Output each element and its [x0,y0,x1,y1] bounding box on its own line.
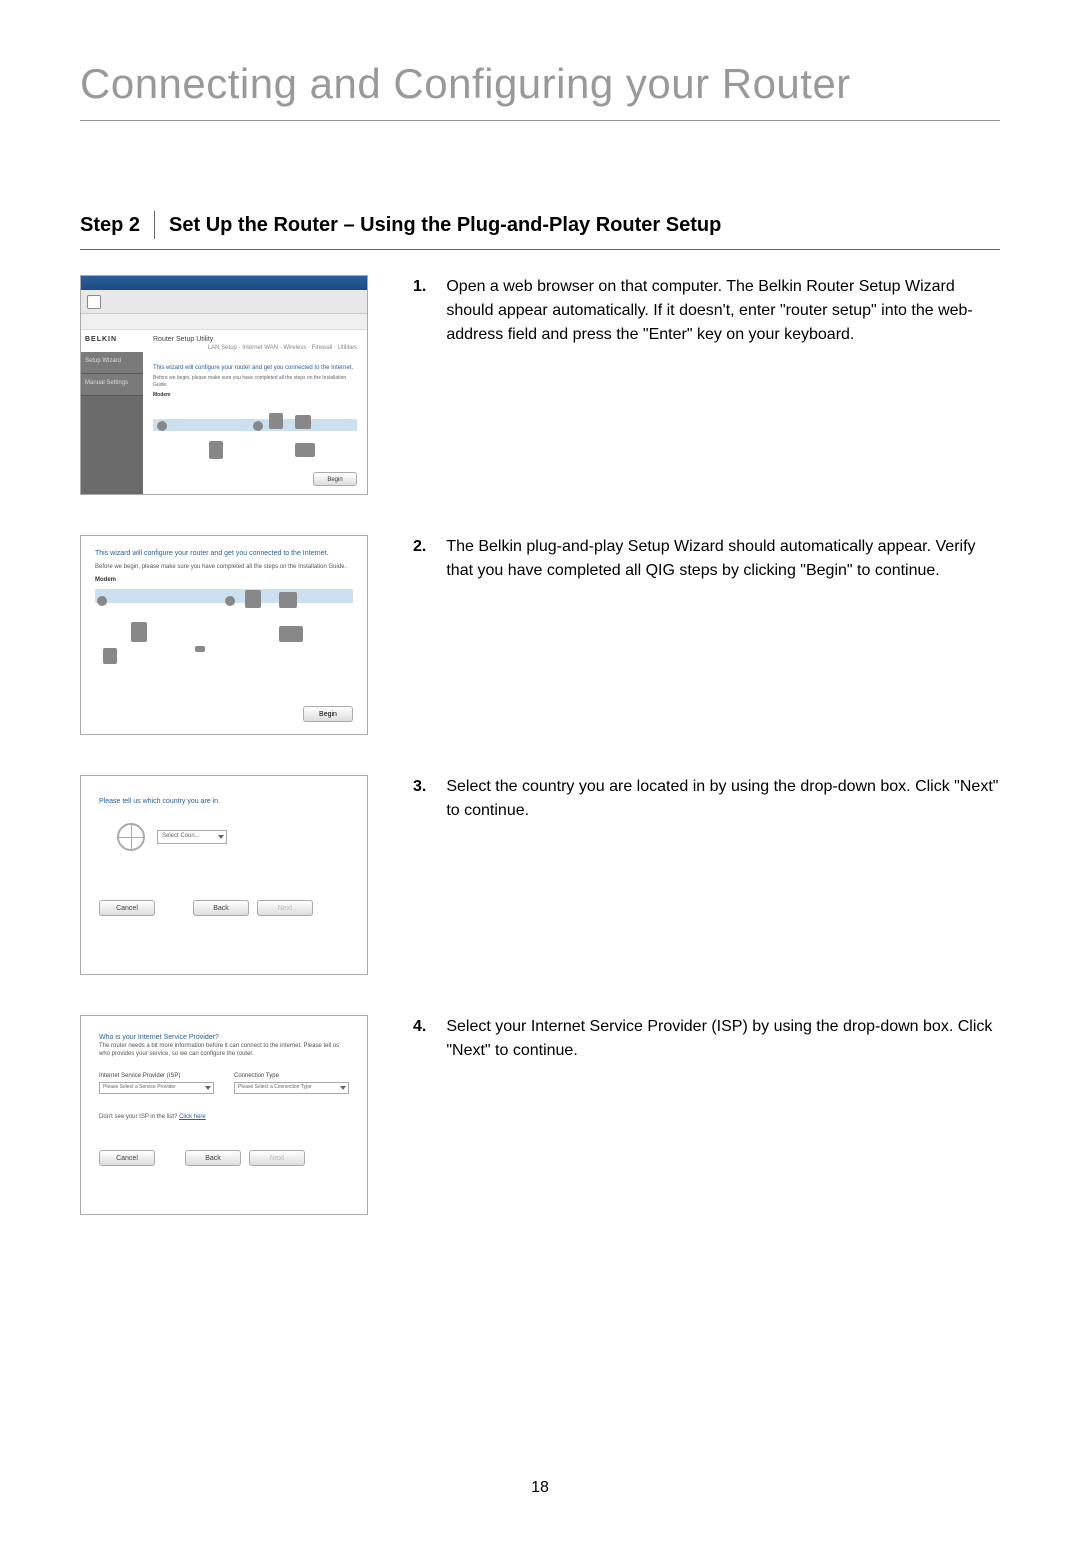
screenshot-2: This wizard will configure your router a… [80,535,368,735]
instruction-text: Open a web browser on that computer. The… [446,275,1000,495]
screenshot-4: Who is your Internet Service Provider? T… [80,1015,368,1215]
step-row-3: Please tell us which country you are in.… [80,775,1000,975]
step-title: Set Up the Router – Using the Plug-and-P… [155,211,721,239]
isp-select[interactable]: Please Select a Service Provider [99,1082,214,1094]
wizard-note: Before we begin, please make sure you ha… [95,563,353,571]
cancel-button[interactable]: Cancel [99,1150,155,1166]
wizard-note: Before we begin, please make sure you ha… [153,375,357,388]
instruction-number: 4. [413,1015,426,1215]
connection-type-label: Connection Type [234,1073,349,1079]
brand-label: BELKIN [81,330,143,352]
instruction-number: 1. [413,275,426,495]
step-row-2: This wizard will configure your router a… [80,535,1000,735]
instruction-1: 1. Open a web browser on that computer. … [413,275,1000,495]
cancel-button[interactable]: Cancel [99,900,155,916]
tabs: LAN Setup · Internet WAN · Wireless · Fi… [153,345,357,351]
sidebar-item: Setup Wizard [81,352,143,374]
wizard-intro: This wizard will configure your router a… [95,550,353,557]
instruction-text: The Belkin plug-and-play Setup Wizard sh… [446,535,1000,735]
connection-diagram [95,596,353,676]
isp-label: Internet Service Provider (ISP) [99,1073,214,1079]
screenshot-3: Please tell us which country you are in.… [80,775,368,975]
begin-button[interactable]: Begin [303,706,353,722]
isp-help-text: Don't see your ISP in the list? Click he… [99,1114,349,1120]
step-row-4: Who is your Internet Service Provider? T… [80,1015,1000,1215]
instruction-number: 3. [413,775,426,975]
instruction-3: 3. Select the country you are located in… [413,775,1000,975]
begin-button[interactable]: Begin [313,472,357,486]
back-button[interactable]: Back [185,1150,241,1166]
page-title: Connecting and Configuring your Router [80,60,1000,121]
instruction-number: 2. [413,535,426,735]
instruction-2: 2. The Belkin plug-and-play Setup Wizard… [413,535,1000,735]
globe-icon [117,823,145,851]
instruction-text: Select the country you are located in by… [446,775,1000,975]
modem-label: Modem [153,392,357,399]
next-button[interactable]: Next [257,900,313,916]
next-button[interactable]: Next [249,1150,305,1166]
isp-subtext: The router needs a bit more information … [99,1043,349,1059]
screenshot-1: BELKIN Setup Wizard Manual Settings Rout… [80,275,368,495]
step-row-1: BELKIN Setup Wizard Manual Settings Rout… [80,275,1000,495]
step-header: Step 2 Set Up the Router – Using the Plu… [80,211,1000,250]
page-number: 18 [0,1479,1080,1497]
instruction-4: 4. Select your Internet Service Provider… [413,1015,1000,1215]
back-button[interactable]: Back [193,900,249,916]
connection-type-select[interactable]: Please Select a Connection Type [234,1082,349,1094]
utility-title: Router Setup Utility [153,336,357,343]
click-here-link[interactable]: Click here [179,1114,206,1120]
isp-question: Who is your Internet Service Provider? [99,1034,349,1041]
sidebar-item: Manual Settings [81,374,143,396]
instruction-text: Select your Internet Service Provider (I… [446,1015,1000,1215]
connection-diagram [153,405,357,475]
country-question: Please tell us which country you are in. [99,798,349,805]
modem-label: Modem [95,577,353,583]
wizard-intro: This wizard will configure your router a… [153,365,357,371]
step-number: Step 2 [80,211,155,239]
country-select[interactable]: Select Coun... [157,830,227,844]
